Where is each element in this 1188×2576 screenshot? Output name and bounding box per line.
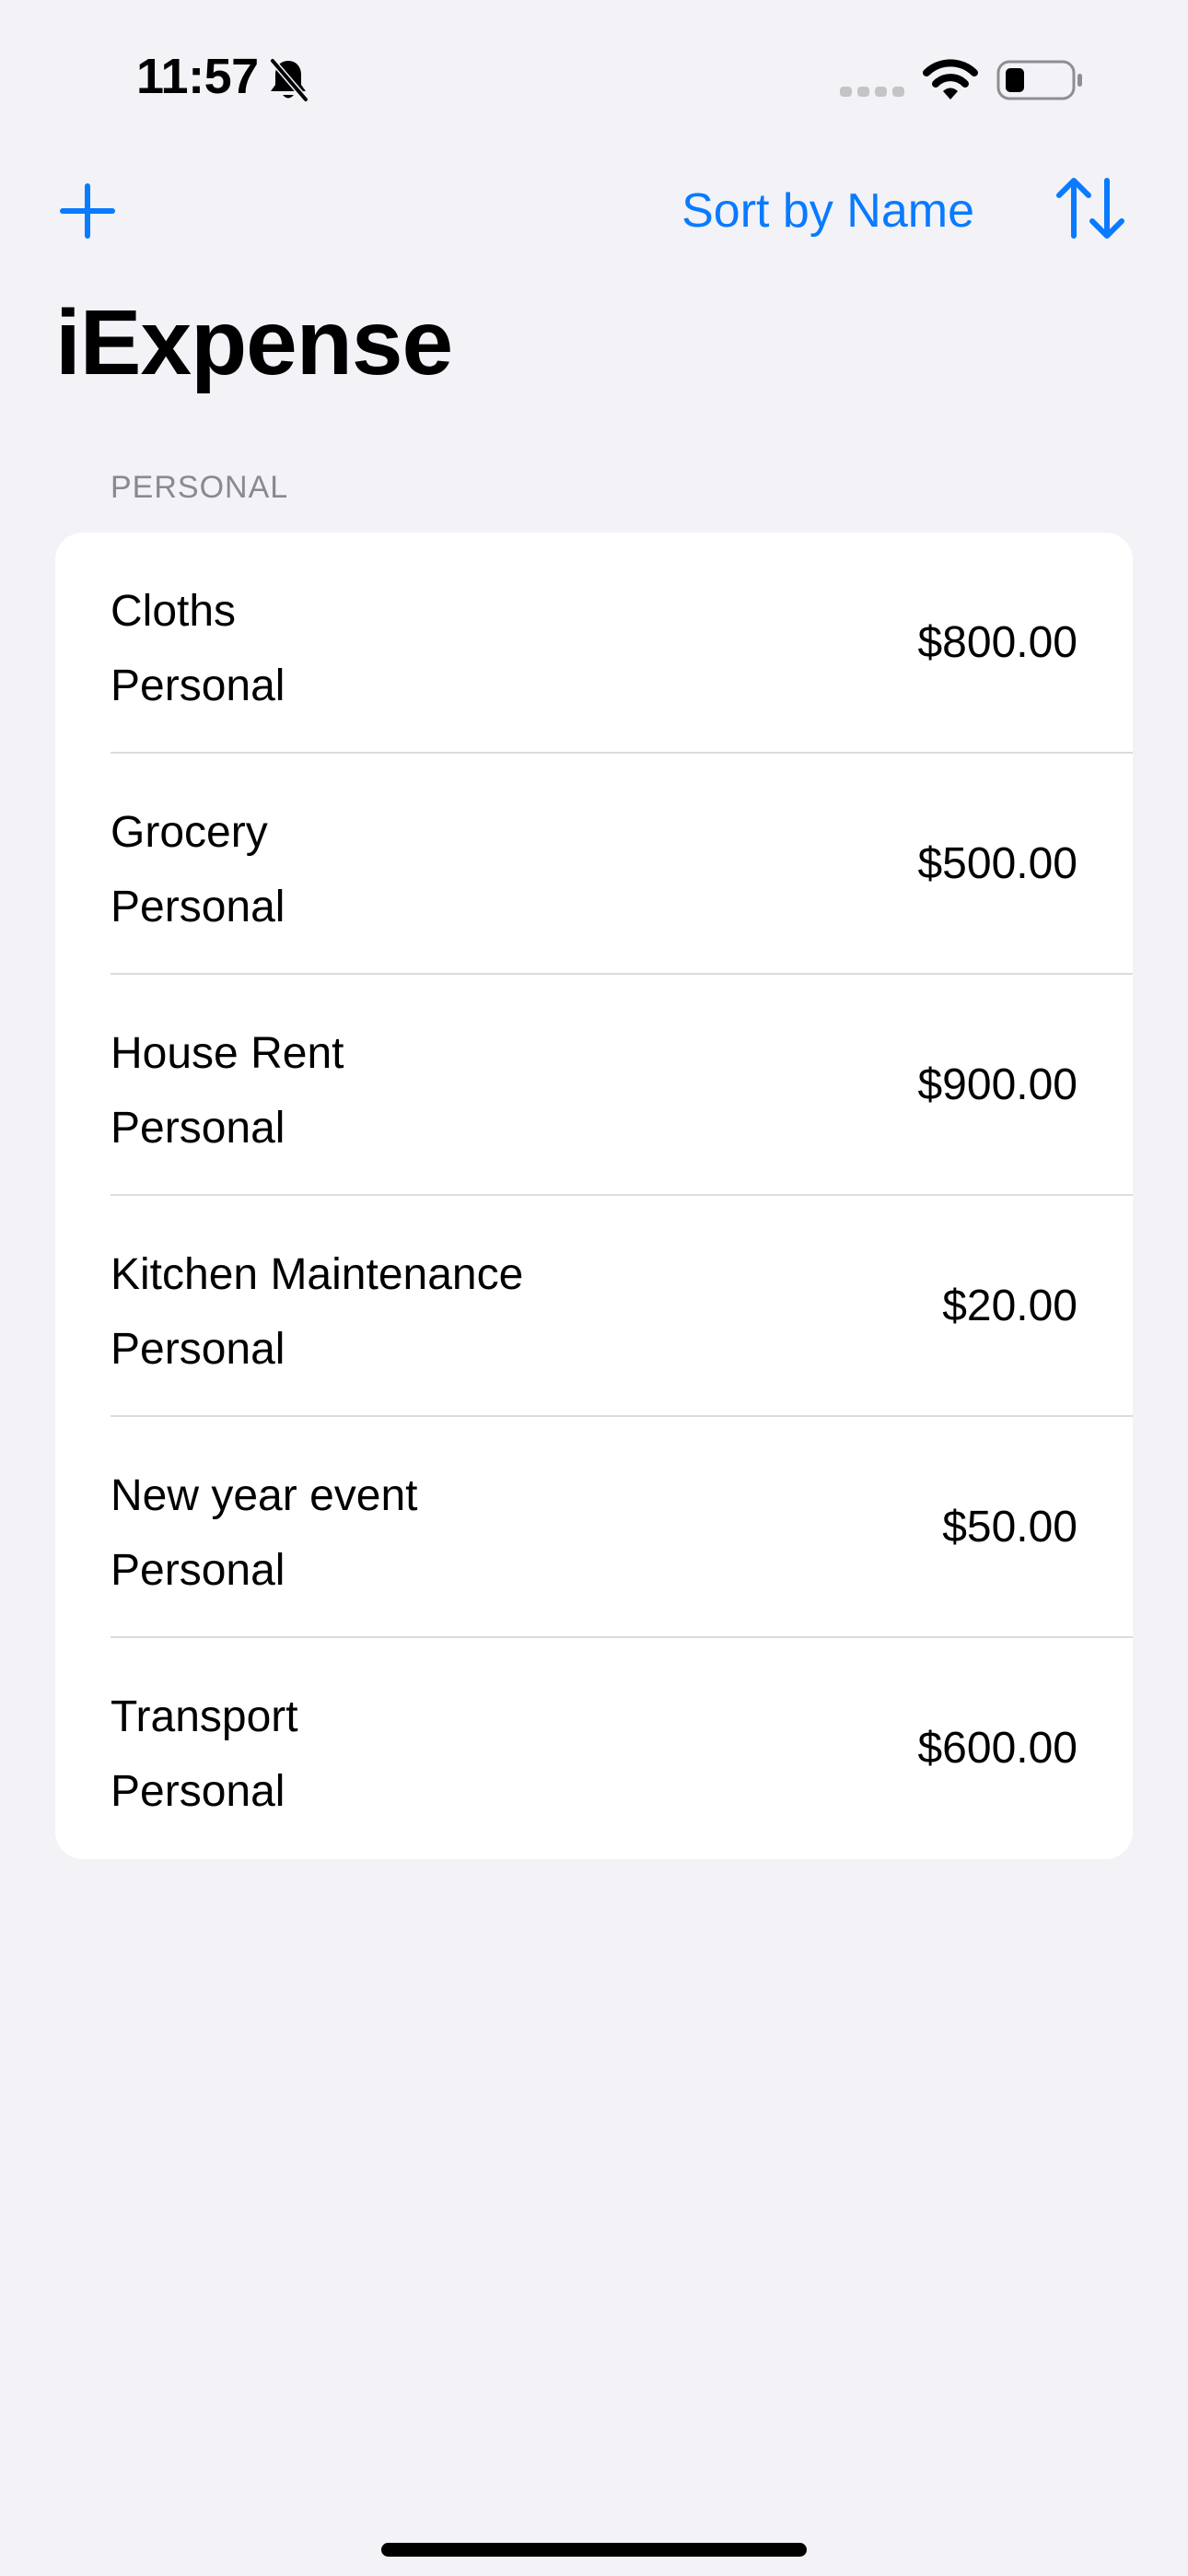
expense-amount: $20.00 bbox=[942, 1282, 1077, 1330]
sort-order-icon[interactable] bbox=[1054, 173, 1127, 243]
expense-list: Cloths Personal $800.00 Grocery Personal… bbox=[55, 533, 1133, 1859]
expense-type: Personal bbox=[111, 1325, 285, 1374]
expense-type: Personal bbox=[111, 1104, 285, 1153]
expense-amount: $600.00 bbox=[917, 1724, 1077, 1773]
expense-type: Personal bbox=[111, 883, 285, 931]
expense-row[interactable]: House Rent Personal $900.00 bbox=[55, 975, 1133, 1196]
bell-slash-icon bbox=[270, 58, 309, 102]
expense-amount: $50.00 bbox=[942, 1503, 1077, 1551]
wifi-icon bbox=[923, 59, 978, 100]
expense-name: Cloths bbox=[111, 587, 237, 636]
expense-type: Personal bbox=[111, 1546, 285, 1595]
expense-type: Personal bbox=[111, 662, 285, 710]
page-title: iExpense bbox=[55, 291, 453, 394]
expense-name: Transport bbox=[111, 1692, 298, 1741]
expense-name: House Rent bbox=[111, 1029, 344, 1078]
expense-name: Grocery bbox=[111, 808, 268, 857]
expense-row[interactable]: Grocery Personal $500.00 bbox=[55, 754, 1133, 975]
home-indicator[interactable] bbox=[381, 2543, 807, 2557]
status-bar: 11:57 bbox=[0, 0, 1188, 157]
sort-by-name-button[interactable]: Sort by Name bbox=[681, 181, 974, 241]
battery-icon bbox=[996, 60, 1082, 100]
section-header: PERSONAL bbox=[111, 470, 289, 505]
expense-type: Personal bbox=[111, 1767, 285, 1816]
expense-amount: $900.00 bbox=[917, 1060, 1077, 1109]
expense-row[interactable]: Transport Personal $600.00 bbox=[55, 1638, 1133, 1859]
status-time: 11:57 bbox=[136, 49, 259, 104]
expense-amount: $800.00 bbox=[917, 618, 1077, 667]
cellular-signal-icon bbox=[840, 87, 904, 97]
expense-name: New year event bbox=[111, 1471, 418, 1520]
expense-row[interactable]: Kitchen Maintenance Personal $20.00 bbox=[55, 1196, 1133, 1417]
expense-amount: $500.00 bbox=[917, 839, 1077, 888]
expense-row[interactable]: New year event Personal $50.00 bbox=[55, 1417, 1133, 1638]
expense-row[interactable]: Cloths Personal $800.00 bbox=[55, 533, 1133, 754]
add-button[interactable] bbox=[57, 181, 118, 241]
expense-name: Kitchen Maintenance bbox=[111, 1250, 524, 1299]
